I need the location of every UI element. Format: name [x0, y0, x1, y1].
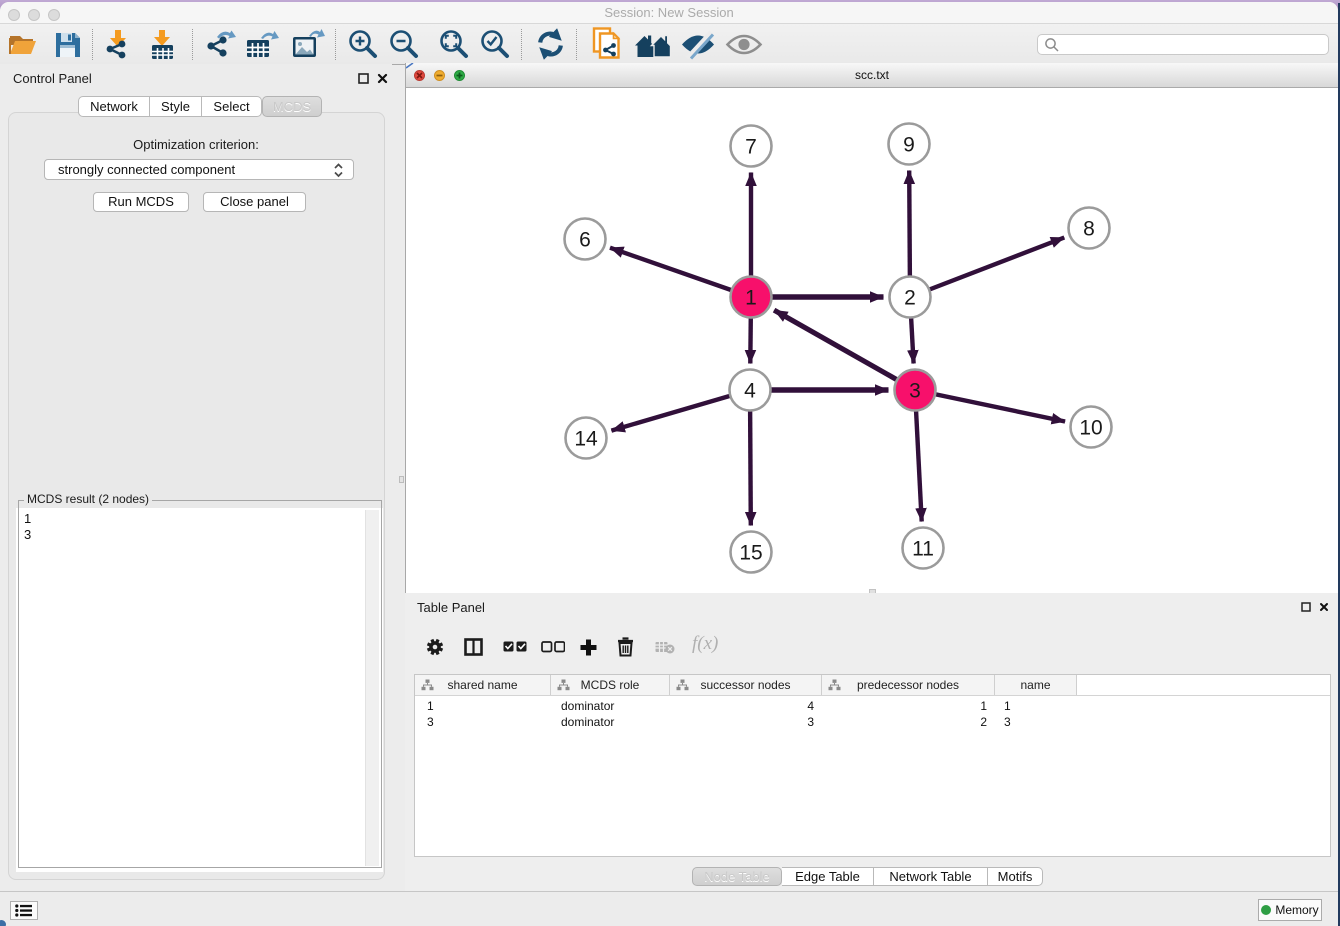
svg-text:2: 2	[904, 287, 916, 310]
svg-text:11: 11	[912, 538, 934, 561]
svg-text:14: 14	[574, 428, 598, 451]
svg-text:8: 8	[1083, 218, 1095, 241]
svg-text:9: 9	[903, 134, 915, 157]
svg-text:1: 1	[745, 287, 757, 310]
svg-text:10: 10	[1079, 417, 1102, 440]
svg-text:15: 15	[739, 542, 762, 565]
svg-text:6: 6	[579, 229, 591, 252]
svg-text:3: 3	[909, 380, 921, 403]
svg-text:4: 4	[744, 380, 756, 403]
svg-text:7: 7	[745, 136, 757, 159]
